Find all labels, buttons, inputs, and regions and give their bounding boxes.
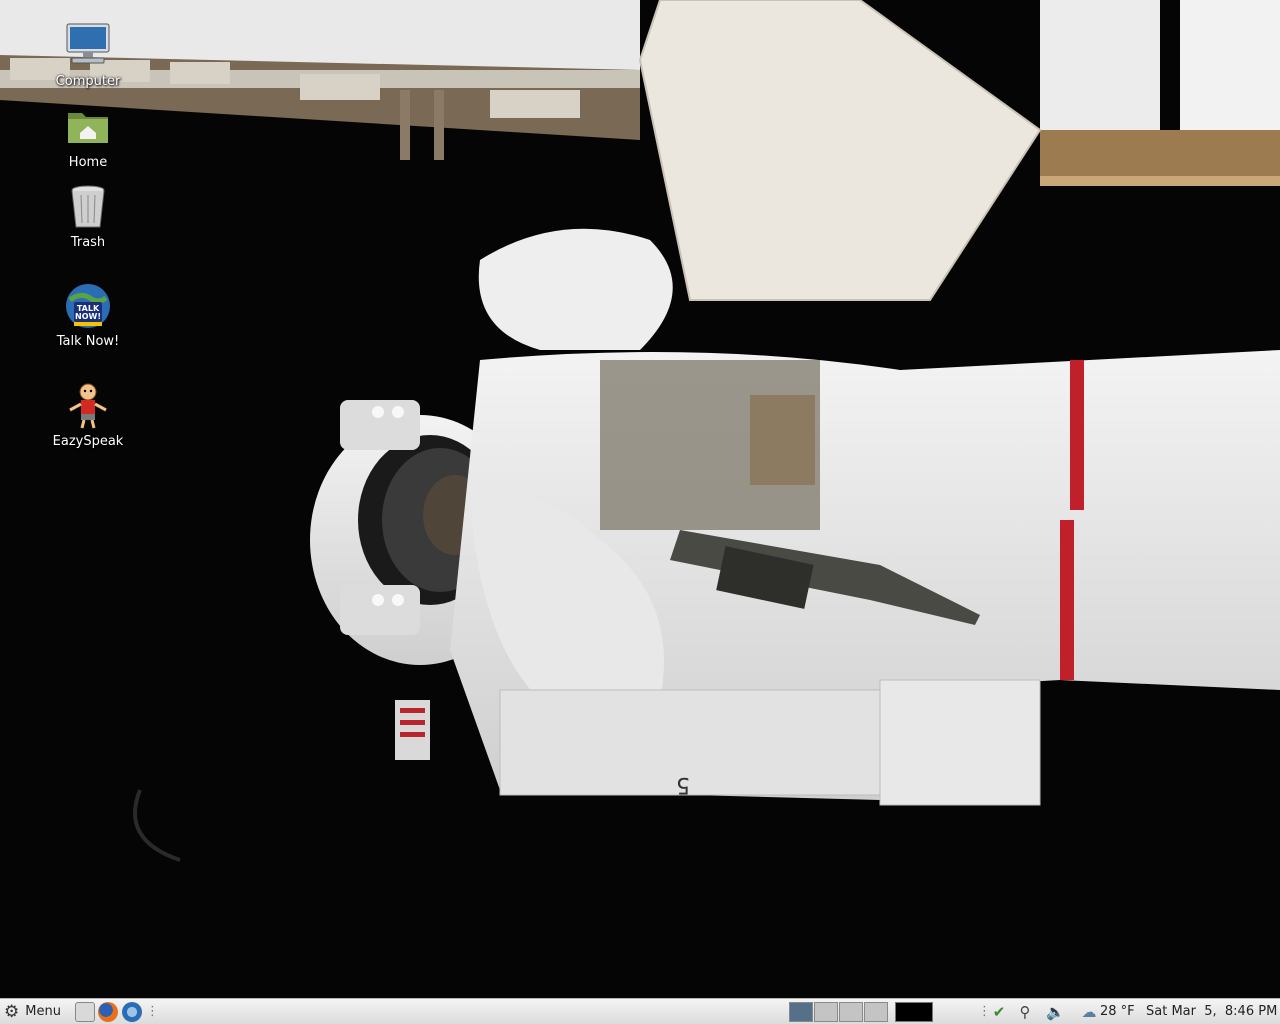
show-desktop-launcher[interactable] bbox=[75, 999, 95, 1024]
menu-button[interactable]: ⚙ Menu bbox=[4, 999, 61, 1024]
desktop-icon-label: EazySpeak bbox=[52, 434, 124, 449]
workspace-2[interactable] bbox=[814, 1002, 838, 1022]
workspace-switcher bbox=[789, 1002, 889, 1022]
workspace-4[interactable] bbox=[864, 1002, 888, 1022]
home-folder-icon bbox=[64, 103, 112, 151]
desktop-icon-label: Trash bbox=[70, 235, 106, 250]
desktop-icon-talk-now[interactable]: TALK NOW! Talk Now! bbox=[33, 282, 143, 349]
trash-icon bbox=[64, 183, 112, 231]
thunderbird-icon bbox=[122, 1001, 142, 1022]
eazyspeak-cartoon-icon bbox=[64, 382, 112, 430]
suit-number: 5 bbox=[676, 772, 690, 797]
clock[interactable]: Sat Mar 5, 8:46 PM bbox=[1146, 999, 1277, 1024]
desktop-icon-label: Home bbox=[68, 155, 108, 170]
show-desktop-icon bbox=[75, 1001, 95, 1022]
shield-update-icon: ✔ bbox=[992, 1002, 1006, 1021]
clock-text: Sat Mar 5, 8:46 PM bbox=[1146, 1004, 1278, 1019]
desktop-icon-computer[interactable]: Computer bbox=[33, 22, 143, 89]
desktop-icon-trash[interactable]: Trash bbox=[33, 183, 143, 250]
desktop-icon-label: Talk Now! bbox=[56, 334, 120, 349]
menu-label: Menu bbox=[25, 1004, 61, 1019]
volume-tray[interactable]: 🔈 bbox=[1046, 999, 1065, 1024]
volume-icon: 🔈 bbox=[1046, 1002, 1065, 1021]
workspace-3[interactable] bbox=[839, 1002, 863, 1022]
desktop-icon-home[interactable]: Home bbox=[33, 103, 143, 170]
workspace-1[interactable] bbox=[789, 1002, 813, 1022]
bottom-panel: ⚙ Menu ⋮ ⋮ ✔ ⚲ 🔈 ☁ 28 °F Sat Mar 5, 8:46… bbox=[0, 998, 1280, 1024]
weather-applet[interactable]: ☁ 28 °F bbox=[1080, 999, 1135, 1024]
network-tray[interactable]: ⚲ bbox=[1016, 999, 1034, 1024]
desktop-icon-label: Computer bbox=[55, 74, 121, 89]
talk-now-icon: TALK NOW! bbox=[64, 282, 112, 330]
wallpaper-astronaut: 5 bbox=[0, 0, 1280, 998]
computer-icon bbox=[64, 22, 112, 70]
desktop-preview[interactable] bbox=[895, 1002, 933, 1022]
firefox-icon bbox=[98, 1001, 118, 1022]
weather-cloud-icon: ☁ bbox=[1081, 1002, 1097, 1021]
weather-temperature: 28 °F bbox=[1100, 1004, 1135, 1019]
gear-icon: ⚙ bbox=[4, 1001, 20, 1022]
firefox-launcher[interactable] bbox=[98, 999, 118, 1024]
desktop[interactable]: 5 Computer Home Trash TALK NOW! Talk Now… bbox=[0, 0, 1280, 998]
talk-now-badge-line2: NOW! bbox=[75, 312, 101, 321]
thunderbird-launcher[interactable] bbox=[122, 999, 142, 1024]
update-manager-tray[interactable]: ✔ bbox=[990, 999, 1008, 1024]
panel-separator-handle[interactable]: ⋮ bbox=[146, 999, 159, 1024]
network-icon: ⚲ bbox=[1019, 1002, 1031, 1021]
desktop-icon-eazyspeak[interactable]: EazySpeak bbox=[33, 382, 143, 449]
